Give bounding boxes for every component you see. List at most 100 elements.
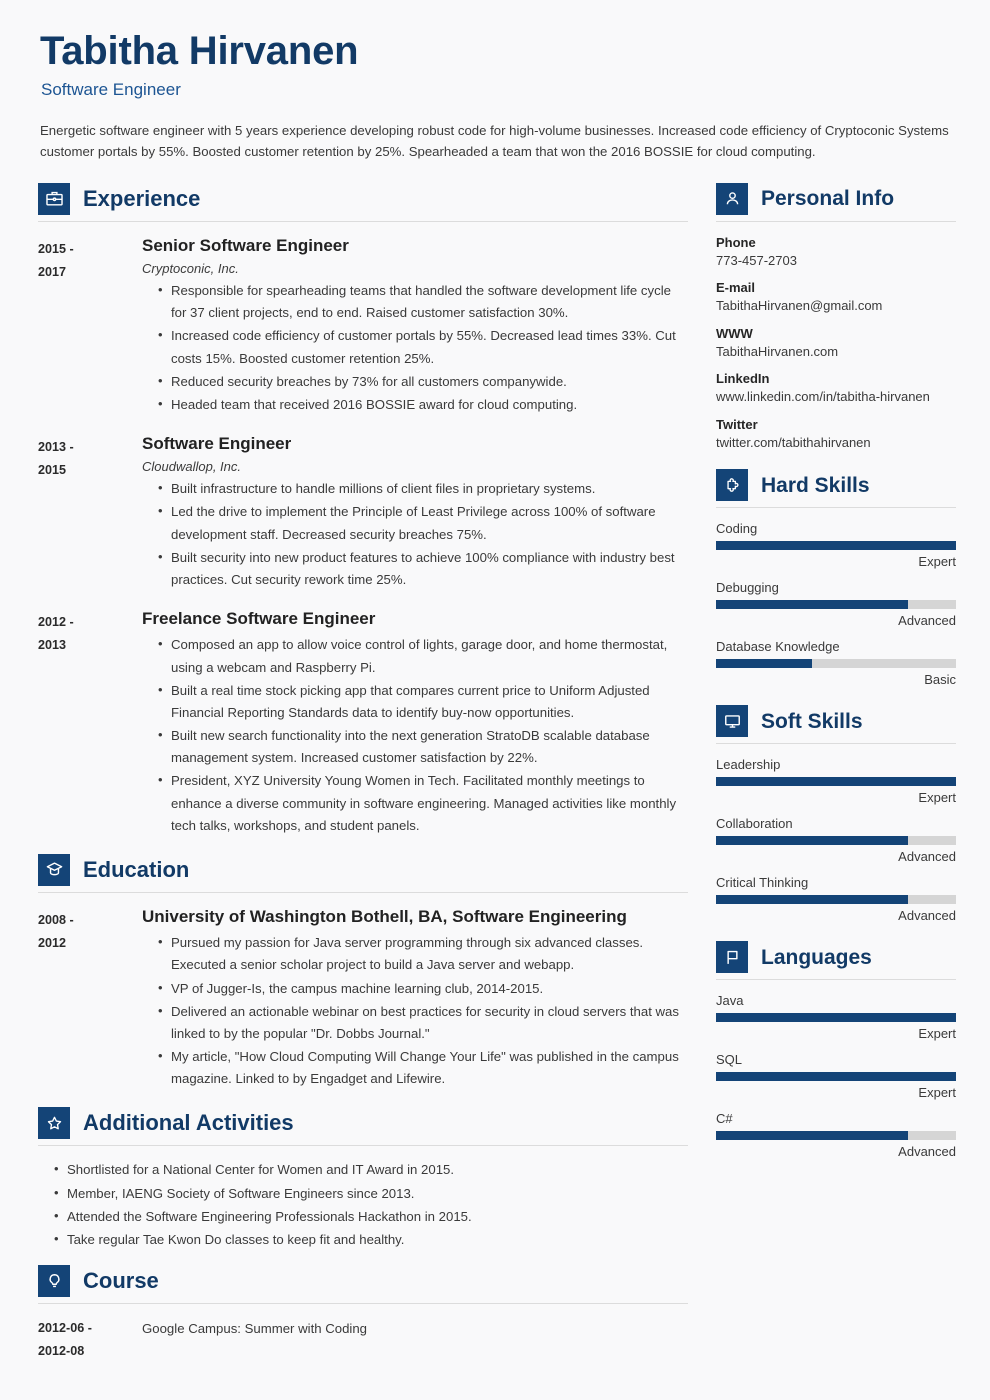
divider: [38, 220, 688, 222]
divider: [38, 1145, 688, 1147]
skill-level: Expert: [918, 1085, 956, 1101]
entry-bullets: Composed an app to allow voice control o…: [142, 633, 688, 837]
skill-level: Advanced: [898, 613, 956, 629]
skill-item: C# Advanced: [716, 1111, 956, 1159]
skill-name: SQL: [716, 1052, 743, 1068]
skill-item: Java Expert: [716, 993, 956, 1041]
course-dates: 2012-06 - 2012-08: [38, 1317, 142, 1364]
entry-job-title: Senior Software Engineer: [142, 235, 349, 255]
hard-skills-header: Hard Skills: [716, 469, 956, 502]
info-label: Phone: [716, 234, 756, 250]
list-item: VP of Jugger-Is, the campus machine lear…: [158, 977, 688, 1000]
info-group: E-mail TabithaHirvanen@gmail.com: [716, 280, 956, 315]
entry-body: Freelance Software Engineer Composed an …: [142, 608, 688, 838]
skill-item: Database Knowledge Basic: [716, 639, 956, 687]
skill-bar-fill: [716, 1131, 908, 1141]
entry-company: Cloudwallop, Inc.: [142, 459, 241, 475]
skill-level: Basic: [924, 672, 956, 688]
list-item: Built new search functionality into the …: [158, 724, 688, 769]
entry-body: Senior Software Engineer Cryptoconic, In…: [142, 235, 688, 417]
list-item: Reduced security breaches by 73% for all…: [158, 370, 688, 393]
additional-activities-title: Additional Activities: [83, 1110, 294, 1136]
hard-skills-title: Hard Skills: [761, 473, 870, 497]
soft-skills-title: Soft Skills: [761, 709, 863, 733]
soft-skills-header: Soft Skills: [716, 705, 956, 738]
entry-date-to: 2017: [38, 265, 67, 280]
skill-bar-track: [716, 1072, 956, 1082]
list-item: Take regular Tae Kwon Do classes to keep…: [54, 1228, 688, 1251]
education-header: Education: [38, 853, 688, 886]
sidebar: Personal Info Phone 773-457-2703 E-mail …: [716, 182, 956, 1178]
info-group: Twitter twitter.com/tabithahirvanen: [716, 417, 956, 452]
skill-bar-track: [716, 895, 956, 905]
list-item: Led the drive to implement the Principle…: [158, 500, 688, 545]
skill-level: Expert: [918, 790, 956, 806]
skill-name: Leadership: [716, 757, 781, 773]
entry-date-from: 2008 -: [38, 912, 74, 927]
experience-header: Experience: [38, 182, 688, 215]
experience-entry: 2012 - 2013 Freelance Software Engineer …: [38, 608, 688, 838]
additional-activities-bullets: Shortlisted for a National Center for Wo…: [38, 1158, 688, 1251]
professional-summary: Energetic software engineer with 5 years…: [40, 123, 949, 160]
entry-date-to: 2012: [38, 936, 67, 951]
lightbulb-icon: [38, 1265, 70, 1298]
skill-name: Debugging: [716, 580, 779, 596]
skill-item: Debugging Advanced: [716, 580, 956, 628]
course-name: Google Campus: Summer with Coding: [142, 1321, 368, 1337]
skill-bar-fill: [716, 600, 908, 610]
entry-date-to: 2015: [38, 463, 67, 478]
entry-job-title: Freelance Software Engineer: [142, 609, 376, 629]
info-label: E-mail: [716, 280, 756, 296]
entry-date-from: 2015 -: [38, 241, 74, 256]
skill-name: Coding: [716, 521, 758, 537]
list-item: Built a real time stock picking app that…: [158, 679, 688, 724]
entry-dates: 2012 - 2013: [38, 608, 142, 658]
section-personal-info: Personal Info Phone 773-457-2703 E-mail …: [716, 182, 956, 452]
info-value-twitter: twitter.com/tabithahirvanen: [716, 434, 871, 450]
skill-bar-track: [716, 1131, 956, 1141]
info-value-www: TabithaHirvanen.com: [716, 343, 839, 359]
skill-bar-fill: [716, 1072, 956, 1082]
skill-level: Expert: [918, 554, 956, 570]
divider: [716, 220, 956, 222]
skill-level: Expert: [918, 1026, 956, 1042]
course-entry: 2012-06 - 2012-08 Google Campus: Summer …: [38, 1317, 688, 1364]
divider: [716, 743, 956, 745]
entry-date-from: 2012 -: [38, 615, 74, 630]
page-title: Tabitha Hirvanen: [40, 29, 359, 73]
section-education: Education 2008 - 2012 University of Wash…: [38, 853, 688, 1091]
list-item: Responsible for spearheading teams that …: [158, 279, 688, 324]
list-item: President, XYZ University Young Women in…: [158, 769, 688, 837]
header-job-title: Software Engineer: [41, 80, 181, 99]
monitor-icon: [716, 705, 748, 738]
entry-degree-title: University of Washington Bothell, BA, So…: [142, 906, 627, 926]
skill-bar-track: [716, 541, 956, 551]
section-languages: Languages Java Expert SQL Expert C# Adva…: [716, 941, 956, 1159]
skill-bar-track: [716, 1013, 956, 1023]
info-group: Phone 773-457-2703: [716, 235, 956, 270]
info-group: LinkedIn www.linkedin.com/in/tabitha-hir…: [716, 371, 956, 406]
flag-icon: [716, 941, 748, 974]
entry-date-to: 2013: [38, 638, 67, 653]
skill-bar-fill: [716, 541, 956, 551]
personal-info-title: Personal Info: [761, 187, 895, 211]
entry-job-title: Software Engineer: [142, 434, 292, 454]
experience-entry: 2015 - 2017 Senior Software Engineer Cry…: [38, 235, 688, 417]
entry-dates: 2008 - 2012: [38, 906, 142, 956]
additional-activities-header: Additional Activities: [38, 1107, 688, 1140]
entry-bullets: Pursued my passion for Java server progr…: [142, 931, 688, 1090]
skill-item: Leadership Expert: [716, 757, 956, 805]
section-hard-skills: Hard Skills Coding Expert Debugging Adva…: [716, 469, 956, 687]
section-additional-activities: Additional Activities Shortlisted for a …: [38, 1107, 688, 1251]
education-entry: 2008 - 2012 University of Washington Bot…: [38, 906, 688, 1091]
resume-page: Tabitha Hirvanen Software Engineer Energ…: [0, 0, 990, 1400]
section-course: Course 2012-06 - 2012-08 Google Campus: …: [38, 1265, 688, 1364]
entry-body: Software Engineer Cloudwallop, Inc. Buil…: [142, 433, 688, 592]
entry-date-from: 2013 -: [38, 440, 74, 455]
list-item: Delivered an actionable webinar on best …: [158, 1000, 688, 1045]
skill-name: Critical Thinking: [716, 875, 809, 891]
list-item: Attended the Software Engineering Profes…: [54, 1205, 688, 1228]
skill-item: Coding Expert: [716, 521, 956, 569]
puzzle-piece-icon: [716, 469, 748, 502]
skill-bar-track: [716, 777, 956, 787]
